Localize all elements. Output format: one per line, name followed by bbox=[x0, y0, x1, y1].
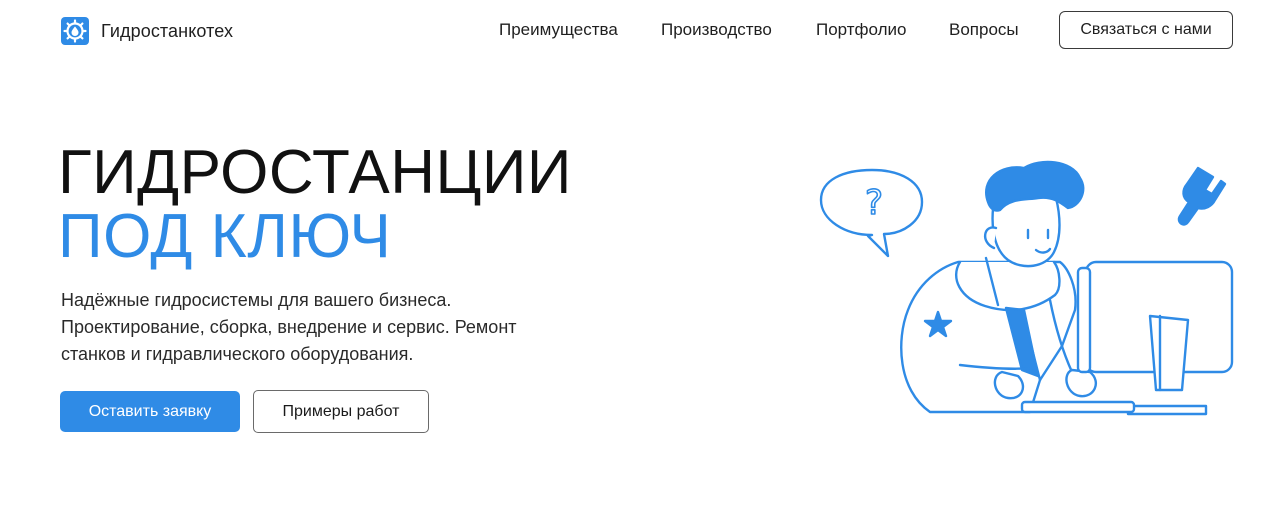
hero-illustration: ? bbox=[810, 150, 1240, 430]
question-mark: ? bbox=[865, 183, 883, 223]
wrench-icon bbox=[1177, 166, 1227, 226]
hero-description: Надёжные гидросистемы для вашего бизнеса… bbox=[61, 290, 517, 364]
nav-link-portfolio[interactable]: Портфолио bbox=[816, 20, 906, 40]
nav-link-advantages[interactable]: Преимущества bbox=[499, 20, 618, 40]
contact-button[interactable]: Связаться с нами bbox=[1059, 11, 1233, 49]
nav-link-faq[interactable]: Вопросы bbox=[949, 20, 1019, 40]
monitor-icon bbox=[1076, 260, 1234, 416]
question-bubble-icon: ? bbox=[819, 168, 924, 258]
hero-title-line2: ПОД КЛЮЧ bbox=[58, 202, 392, 271]
hero-title: ГИДРОСТАНЦИИ ПОД КЛЮЧ bbox=[58, 141, 572, 269]
keyboard-icon bbox=[1020, 400, 1136, 414]
work-examples-button[interactable]: Примеры работ bbox=[253, 390, 429, 433]
hero-title-line1: ГИДРОСТАНЦИИ bbox=[58, 138, 572, 207]
leave-request-button[interactable]: Оставить заявку bbox=[60, 391, 240, 432]
site-header: Гидростанкотех Преимущества Производство… bbox=[0, 0, 1280, 62]
nav-link-production[interactable]: Производство bbox=[661, 20, 772, 40]
